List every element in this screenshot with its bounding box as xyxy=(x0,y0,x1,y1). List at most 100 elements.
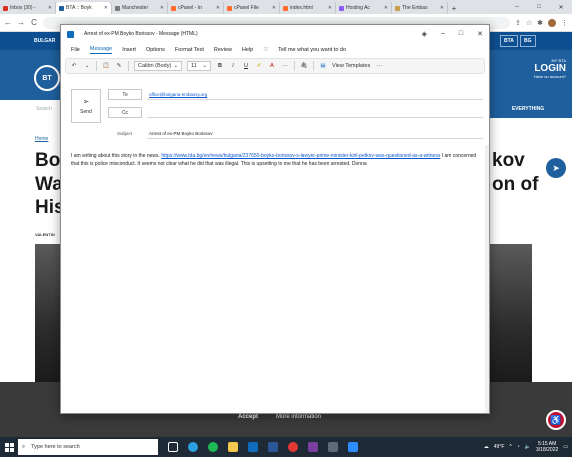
templates-icon[interactable]: ▤ xyxy=(319,61,327,72)
back-icon[interactable]: ← xyxy=(4,18,12,27)
close-icon[interactable]: ✕ xyxy=(477,30,483,38)
outlook-icon[interactable] xyxy=(248,442,258,452)
highlight-icon[interactable]: ✐ xyxy=(255,61,263,72)
menu-options[interactable]: Options xyxy=(146,47,165,53)
menu-message[interactable]: Message xyxy=(89,46,113,54)
task-view-icon[interactable] xyxy=(168,442,178,452)
spotify-icon[interactable] xyxy=(208,442,218,452)
browser-tab[interactable]: Inbox (30) - ✕ xyxy=(0,2,56,14)
reload-icon[interactable]: C xyxy=(30,18,38,27)
font-size-select[interactable]: 11 ⌄ xyxy=(187,61,211,71)
edge-icon[interactable] xyxy=(188,442,198,452)
browser-tab[interactable]: Manchester ✕ xyxy=(112,2,168,14)
tray-chevron-icon[interactable]: ^ xyxy=(509,444,511,450)
italic-button[interactable]: I xyxy=(229,61,237,72)
taskbar-search[interactable]: ⌕ Type here to search xyxy=(18,439,158,455)
minimize-icon[interactable]: – xyxy=(441,30,445,38)
accessibility-icon[interactable]: ♿ xyxy=(546,410,566,430)
chrome-icon[interactable] xyxy=(288,442,298,452)
more-options-button[interactable]: ··· xyxy=(375,61,383,72)
browser-tab[interactable]: The Embas ✕ xyxy=(392,2,448,14)
message-body[interactable]: I am writing about this story in the new… xyxy=(71,153,481,168)
start-button[interactable] xyxy=(0,437,18,457)
close-tab-icon[interactable]: ✕ xyxy=(440,5,444,11)
browser-tab[interactable]: cPanel File ✕ xyxy=(224,2,280,14)
weather-icon[interactable]: ☁ xyxy=(484,444,489,450)
close-tab-icon[interactable]: ✕ xyxy=(328,5,332,11)
diamond-icon[interactable]: ◈ xyxy=(422,30,427,38)
close-tab-icon[interactable]: ✕ xyxy=(272,5,276,11)
font-color-icon[interactable]: A xyxy=(268,61,276,72)
site-logo[interactable]: BT xyxy=(34,65,60,91)
paste-icon[interactable]: 📋 xyxy=(102,61,110,72)
tab-favicon xyxy=(59,5,64,11)
cc-field[interactable] xyxy=(147,107,483,118)
menu-dots-icon[interactable]: ⋮ xyxy=(561,19,568,27)
cookie-accept-button[interactable]: Accept xyxy=(238,414,258,420)
close-tab-icon[interactable]: ✕ xyxy=(104,5,108,11)
word-icon[interactable] xyxy=(268,442,278,452)
no-account-link[interactable]: Have no account? xyxy=(534,74,566,79)
app-icon[interactable] xyxy=(328,442,338,452)
cc-button[interactable]: Cc xyxy=(108,107,142,118)
notifications-icon[interactable]: ▭ xyxy=(563,444,568,450)
browser-tab[interactable]: cPanel - In ✕ xyxy=(168,2,224,14)
browser-tab[interactable]: BTA :: Boyk ✕ xyxy=(56,2,112,14)
close-tab-icon[interactable]: ✕ xyxy=(384,5,388,11)
login-block[interactable]: MY BTA LOGIN Have no account? xyxy=(534,58,566,79)
body-scrollbar[interactable] xyxy=(485,145,489,413)
todo-icon[interactable] xyxy=(348,442,358,452)
cookie-more-info-link[interactable]: More information xyxy=(276,414,321,420)
browser-tab[interactable]: index.html ✕ xyxy=(280,2,336,14)
bold-button[interactable]: B xyxy=(216,61,224,72)
lang-bg-button[interactable]: BG xyxy=(520,35,536,47)
format-painter-icon[interactable]: ✎ xyxy=(115,61,123,72)
browser-tab[interactable]: Hosting Ac ✕ xyxy=(336,2,392,14)
star-icon[interactable]: ☆ xyxy=(526,19,532,27)
underline-button[interactable]: U xyxy=(242,61,250,72)
share-icon[interactable]: ⇪ xyxy=(515,19,521,27)
subject-field[interactable]: Arrest of ex-PM Boyko Borissov xyxy=(147,128,483,139)
close-tab-icon[interactable]: ✕ xyxy=(160,5,164,11)
onenote-icon[interactable] xyxy=(308,442,318,452)
minimize-icon[interactable]: – xyxy=(506,0,528,14)
menu-help[interactable]: Help xyxy=(242,47,253,53)
maximize-icon[interactable]: □ xyxy=(459,30,463,38)
undo-icon[interactable]: ↶ xyxy=(70,61,78,72)
body-link[interactable]: https://www.bta.bg/en/news/bulgaria/2376… xyxy=(161,153,440,159)
profile-avatar[interactable] xyxy=(548,18,556,27)
network-icon[interactable]: ◔ xyxy=(517,444,520,450)
tell-me-input[interactable]: Tell me what you want to do xyxy=(278,47,346,53)
view-templates-button[interactable]: View Templates xyxy=(332,63,370,69)
site-search-input[interactable]: Search xyxy=(36,106,52,112)
new-tab-button[interactable]: + xyxy=(448,2,460,14)
login-link[interactable]: LOGIN xyxy=(534,63,566,74)
menu-format-text[interactable]: Format Text xyxy=(175,47,204,53)
dropdown-icon[interactable]: ⌄ xyxy=(83,61,91,72)
volume-icon[interactable]: 🔈 xyxy=(525,444,531,450)
menu-insert[interactable]: Insert xyxy=(122,47,136,53)
more-format-button[interactable]: ··· xyxy=(281,61,289,72)
close-tab-icon[interactable]: ✕ xyxy=(216,5,220,11)
close-icon[interactable]: ✕ xyxy=(550,0,572,14)
to-recipient[interactable]: office@bulgaria-embassy.org xyxy=(149,92,207,97)
send-button[interactable]: ➢ Send xyxy=(71,89,101,123)
share-float-icon[interactable]: ➤ xyxy=(546,158,566,178)
menu-review[interactable]: Review xyxy=(214,47,232,53)
font-family-select[interactable]: Calibri (Body) ⌄ xyxy=(134,61,182,71)
weather-temp[interactable]: 49°F xyxy=(494,444,505,450)
close-tab-icon[interactable]: ✕ xyxy=(48,5,52,11)
menu-file[interactable]: File xyxy=(71,47,80,53)
everything-nav-button[interactable]: EVERYTHING xyxy=(484,100,572,118)
forward-icon[interactable]: → xyxy=(17,18,25,27)
clock[interactable]: 5:15 AM 3/18/2022 xyxy=(536,441,558,453)
attach-icon[interactable]: 🖇 xyxy=(300,61,308,72)
breadcrumb-home[interactable]: Home xyxy=(35,136,48,142)
maximize-icon[interactable]: □ xyxy=(528,0,550,14)
extensions-icon[interactable]: ✱ xyxy=(537,19,543,27)
headline-left-1: Bo xyxy=(35,150,61,171)
file-explorer-icon[interactable] xyxy=(228,442,238,452)
to-button[interactable]: To xyxy=(108,89,142,100)
to-field[interactable]: office@bulgaria-embassy.org xyxy=(147,89,483,100)
lang-bta-button[interactable]: BTA xyxy=(500,35,518,47)
